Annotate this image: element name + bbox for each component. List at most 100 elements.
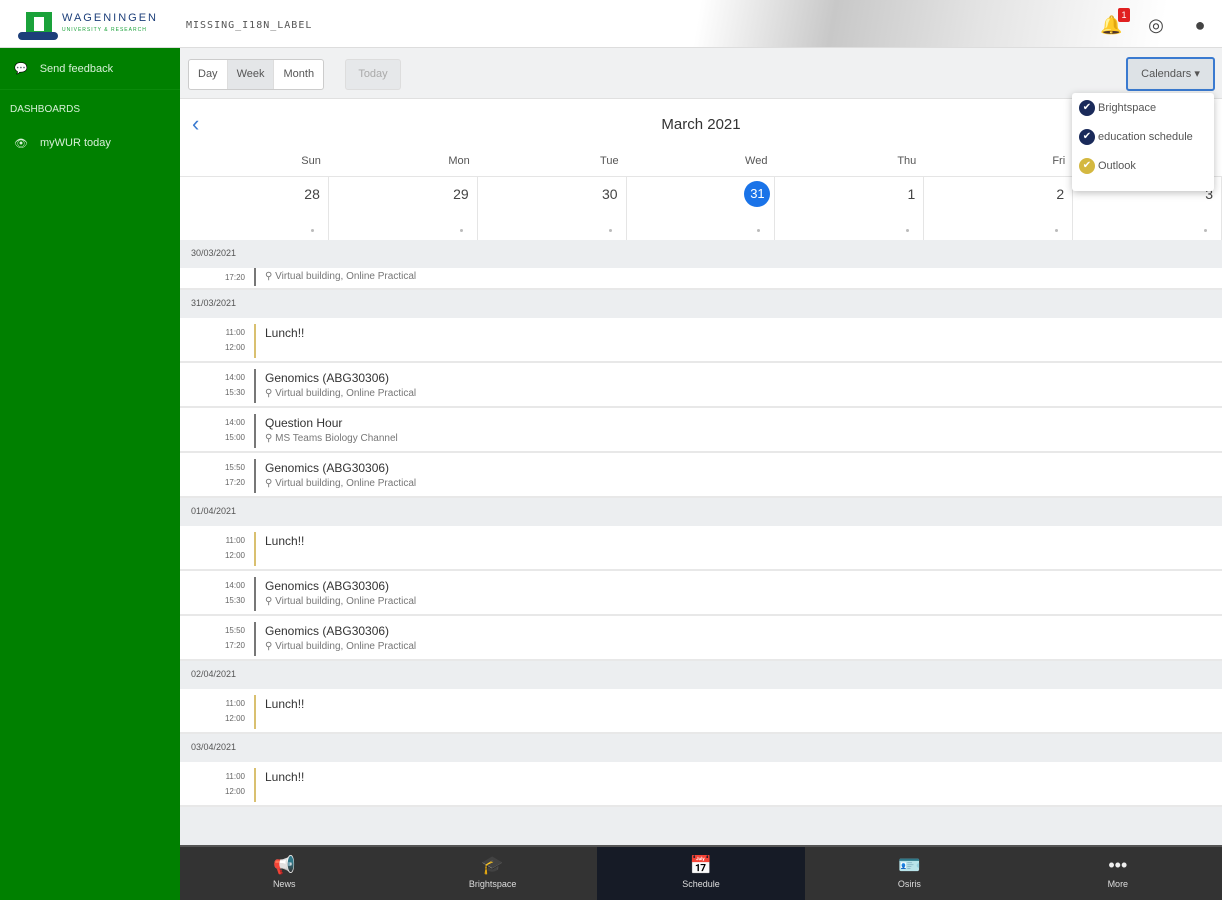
event-end-time: 12:00: [224, 551, 245, 560]
send-feedback-link[interactable]: 💬 Send feedback: [0, 48, 180, 90]
date-header: 01/04/2021: [180, 498, 1222, 526]
event-end-time: 17:20: [224, 478, 245, 487]
graduation-cap-icon: 🎓: [481, 855, 504, 875]
tab-osiris[interactable]: 🪪 Osiris: [805, 847, 1013, 900]
event-title: Genomics (ABG30306): [265, 371, 390, 385]
event-title: Lunch!!: [265, 326, 305, 340]
tab-more[interactable]: ••• More: [1014, 847, 1222, 900]
event-title: Lunch!!: [265, 770, 305, 784]
week-header: ‹ March 2021 SunMonTueWedThuFriSat 28293…: [180, 99, 1222, 240]
map-pin-icon: ⚲: [265, 433, 276, 444]
agenda-list[interactable]: 30/03/2021 17:20 ⚲ Virtual building, Onlin…: [180, 240, 1222, 845]
event-start-time: 14:00: [224, 581, 245, 590]
event-location: ⚲ Virtual building, Online Practical: [265, 641, 416, 652]
event-color-bar: [254, 268, 256, 286]
sidebar-item-mywur-today[interactable]: 👁 myWUR today: [0, 126, 180, 160]
day-number: 29: [453, 186, 469, 202]
map-pin-icon: ⚲: [265, 478, 276, 489]
event-location-text: Virtual building, Online Practical: [275, 641, 417, 652]
date-header: 02/04/2021: [180, 661, 1222, 689]
event-start-time: 14:00: [224, 418, 245, 427]
weekday-label: Sun: [301, 155, 321, 167]
event-dot: [757, 229, 761, 232]
check-circle-icon: ✔: [1079, 99, 1095, 116]
event-color-bar: [254, 369, 256, 403]
event-title: Lunch!!: [265, 697, 305, 711]
event-end-time: 15:30: [224, 388, 245, 397]
page-title: MISSING_I18N_LABEL: [186, 20, 313, 31]
event-location-text: Virtual building, Online Practical: [275, 596, 417, 607]
event-dot: [459, 229, 463, 232]
event-row[interactable]: 15:50 17:20 Genomics (ABG30306) ⚲ Virtual b…: [180, 453, 1222, 498]
user-circle-icon[interactable]: ◎: [1145, 14, 1167, 36]
event-row[interactable]: 14:00 15:30 Genomics (ABG30306) ⚲ Virtual b…: [180, 571, 1222, 616]
event-row[interactable]: 14:00 15:30 Genomics (ABG30306) ⚲ Virtual b…: [180, 363, 1222, 408]
event-dot: [906, 229, 910, 232]
weekday-label: Fri: [1052, 155, 1066, 167]
weekday-label: Mon: [448, 155, 470, 167]
weekday-label: Tue: [600, 155, 619, 167]
calendar-name: Brightspace: [1098, 101, 1157, 114]
event-title: Genomics (ABG30306): [265, 579, 390, 593]
event-start-time: 11:00: [225, 328, 245, 337]
event-location: ⚲ Virtual building, Online Practical: [265, 596, 416, 607]
event-title: Lunch!!: [265, 534, 305, 548]
tab-label: News: [272, 879, 296, 889]
event-location: ⚲ MS Teams Biology Channel: [265, 433, 398, 444]
weekday-label: Wed: [745, 155, 768, 167]
day-cell[interactable]: 1: [775, 177, 925, 240]
tab-news[interactable]: 📢 News: [180, 847, 388, 900]
calendars-menu: ✔ Brightspace ✔ education schedule ✔ Outlook: [1072, 93, 1214, 191]
event-color-bar: [254, 459, 256, 493]
weekday-label: Thu: [897, 155, 917, 167]
today-button[interactable]: Today: [345, 59, 401, 90]
event-location-text: Virtual building, Online Practical: [275, 478, 417, 489]
event-row[interactable]: 17:20 ⚲ Virtual building, Online Practica…: [180, 268, 1222, 290]
tab-schedule[interactable]: 📅 Schedule: [596, 847, 806, 900]
map-pin-icon: ⚲: [265, 641, 276, 652]
event-location: ⚲ Virtual building, Online Practical: [265, 271, 416, 282]
month-title: March 2021: [661, 116, 741, 133]
wur-logo[interactable]: WAGENINGEN UNIVERSITY & RESEARCH: [18, 10, 168, 42]
event-end-time: 12:00: [224, 343, 245, 352]
event-row[interactable]: 11:00 12:00 Lunch!!: [180, 318, 1222, 363]
event-color-bar: [254, 622, 256, 656]
event-row[interactable]: 15:50 17:20 Genomics (ABG30306) ⚲ Virtual b…: [180, 616, 1222, 661]
day-cell[interactable]: 28: [180, 177, 329, 240]
day-cell[interactable]: 29: [329, 177, 478, 240]
view-day-button[interactable]: Day: [189, 60, 228, 89]
event-row[interactable]: 14:00 15:00 Question Hour ⚲ MS Teams Biolog…: [180, 408, 1222, 453]
sidebar: 💬 Send feedback DASHBOARDS 👁 myWUR today: [0, 48, 180, 900]
calendar-toggle-brightspace[interactable]: ✔ Brightspace: [1072, 93, 1214, 122]
event-row[interactable]: 11:00 12:00 Lunch!!: [180, 689, 1222, 734]
event-location-text: MS Teams Biology Channel: [275, 433, 398, 444]
more-icon: •••: [1108, 855, 1128, 875]
calendar-toggle-outlook[interactable]: ✔ Outlook: [1072, 151, 1214, 180]
event-location-text: Virtual building, Online Practical: [275, 271, 417, 282]
day-cell[interactable]: 31: [627, 177, 776, 240]
view-month-button[interactable]: Month: [274, 60, 323, 89]
account-icon[interactable]: ●: [1189, 14, 1211, 36]
day-cell[interactable]: 2: [924, 177, 1074, 240]
view-week-button[interactable]: Week: [227, 60, 275, 89]
event-start-time: 15:50: [224, 626, 245, 635]
event-color-bar: [254, 414, 256, 448]
calendar-toggle-education-schedule[interactable]: ✔ education schedule: [1072, 122, 1214, 151]
event-row[interactable]: 11:00 12:00 Lunch!!: [180, 526, 1222, 571]
day-cell[interactable]: 30: [478, 177, 627, 240]
event-start-time: 14:00: [224, 373, 245, 382]
event-title: Genomics (ABG30306): [265, 461, 390, 475]
day-number: 1: [907, 186, 916, 202]
bottom-nav: 📢 News 🎓 Brightspace 📅 Schedule 🪪 Osiris ••• More: [180, 845, 1222, 900]
event-row[interactable]: 11:00 12:00 Lunch!!: [180, 762, 1222, 807]
event-dot: [608, 229, 612, 232]
tab-label: Schedule: [682, 879, 720, 889]
calendars-dropdown-button[interactable]: Calendars ▾: [1126, 57, 1215, 91]
date-header: 31/03/2021: [180, 290, 1222, 318]
tab-brightspace[interactable]: 🎓 Brightspace: [388, 847, 596, 900]
event-start-time: 11:00: [225, 536, 245, 545]
check-circle-icon: ✔: [1079, 128, 1095, 145]
view-switcher: Day Week Month: [188, 59, 325, 90]
event-start-time: 11:00: [225, 699, 245, 708]
event-start-time: 11:00: [225, 772, 245, 781]
